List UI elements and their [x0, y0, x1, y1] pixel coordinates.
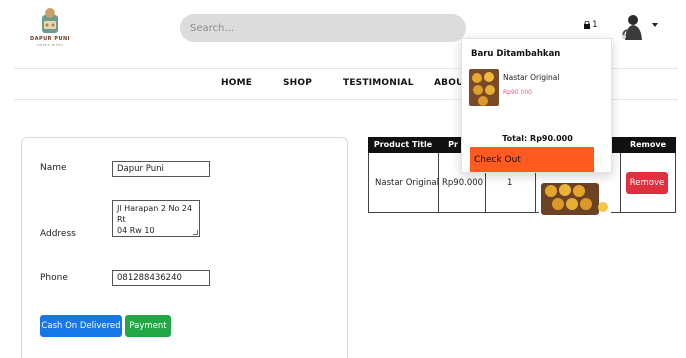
user-menu-caret-icon[interactable] [652, 23, 658, 27]
cart-button[interactable]: 1 [583, 20, 598, 30]
name-label: Name [40, 163, 67, 173]
address-line-2: 04 Rw 10 [117, 226, 155, 235]
logo[interactable]: DAPUR PUNI SWEET BITES [26, 7, 74, 49]
remove-button[interactable]: Remove [626, 172, 668, 194]
dropdown-item-price: Rp90.000 [503, 89, 532, 96]
col-divider [620, 153, 621, 213]
nav-item-testimonial[interactable]: TESTIMONIAL [343, 78, 414, 88]
col-remove: Remove [629, 140, 667, 149]
nav-item-home[interactable]: HOME [221, 78, 252, 88]
user-avatar[interactable] [616, 10, 650, 44]
row-price: Rp90.000 [442, 178, 484, 188]
address-field[interactable]: Jl Harapan 2 No 24 Rt 04 Rw 10 [112, 200, 200, 237]
name-field[interactable]: Dapur Puni [112, 161, 210, 177]
logo-tagline: SWEET BITES [36, 43, 64, 47]
address-label: Address [40, 229, 76, 239]
phone-field[interactable]: 081288436240 [112, 270, 210, 286]
payment-button[interactable]: Payment [125, 315, 171, 337]
dropdown-item-image[interactable] [469, 69, 499, 106]
col-product-title: Product Title [373, 140, 433, 149]
cart-dropdown: Baru Ditambahkan Nastar Original Rp90.00… [461, 38, 612, 173]
dropdown-total: Total: Rp90.000 [502, 134, 573, 143]
nav-item-shop[interactable]: SHOP [283, 78, 312, 88]
dropdown-item-name[interactable]: Nastar Original [503, 73, 559, 82]
phone-label: Phone [40, 273, 68, 283]
resize-grip-icon[interactable] [193, 230, 198, 235]
nastar-jar-icon [469, 69, 499, 106]
shopping-bag-icon [584, 21, 590, 29]
row-product-title: Nastar Original [375, 178, 439, 188]
address-line-1: Jl Harapan 2 No 24 Rt [117, 204, 193, 224]
cash-on-delivery-button[interactable]: Cash On Delivered [40, 315, 122, 337]
search-input[interactable] [180, 14, 466, 42]
cart-count: 1 [592, 20, 598, 30]
avatar-figure-icon [622, 15, 642, 40]
logo-brand: DAPUR PUNI [29, 36, 71, 42]
nastar-tray-icon [539, 177, 611, 215]
logo-mark-icon [42, 8, 58, 33]
dropdown-title: Baru Ditambahkan [471, 49, 561, 59]
checkout-button[interactable]: Check Out [470, 147, 594, 172]
product-image [539, 177, 611, 215]
row-quantity: 1 [507, 178, 513, 188]
